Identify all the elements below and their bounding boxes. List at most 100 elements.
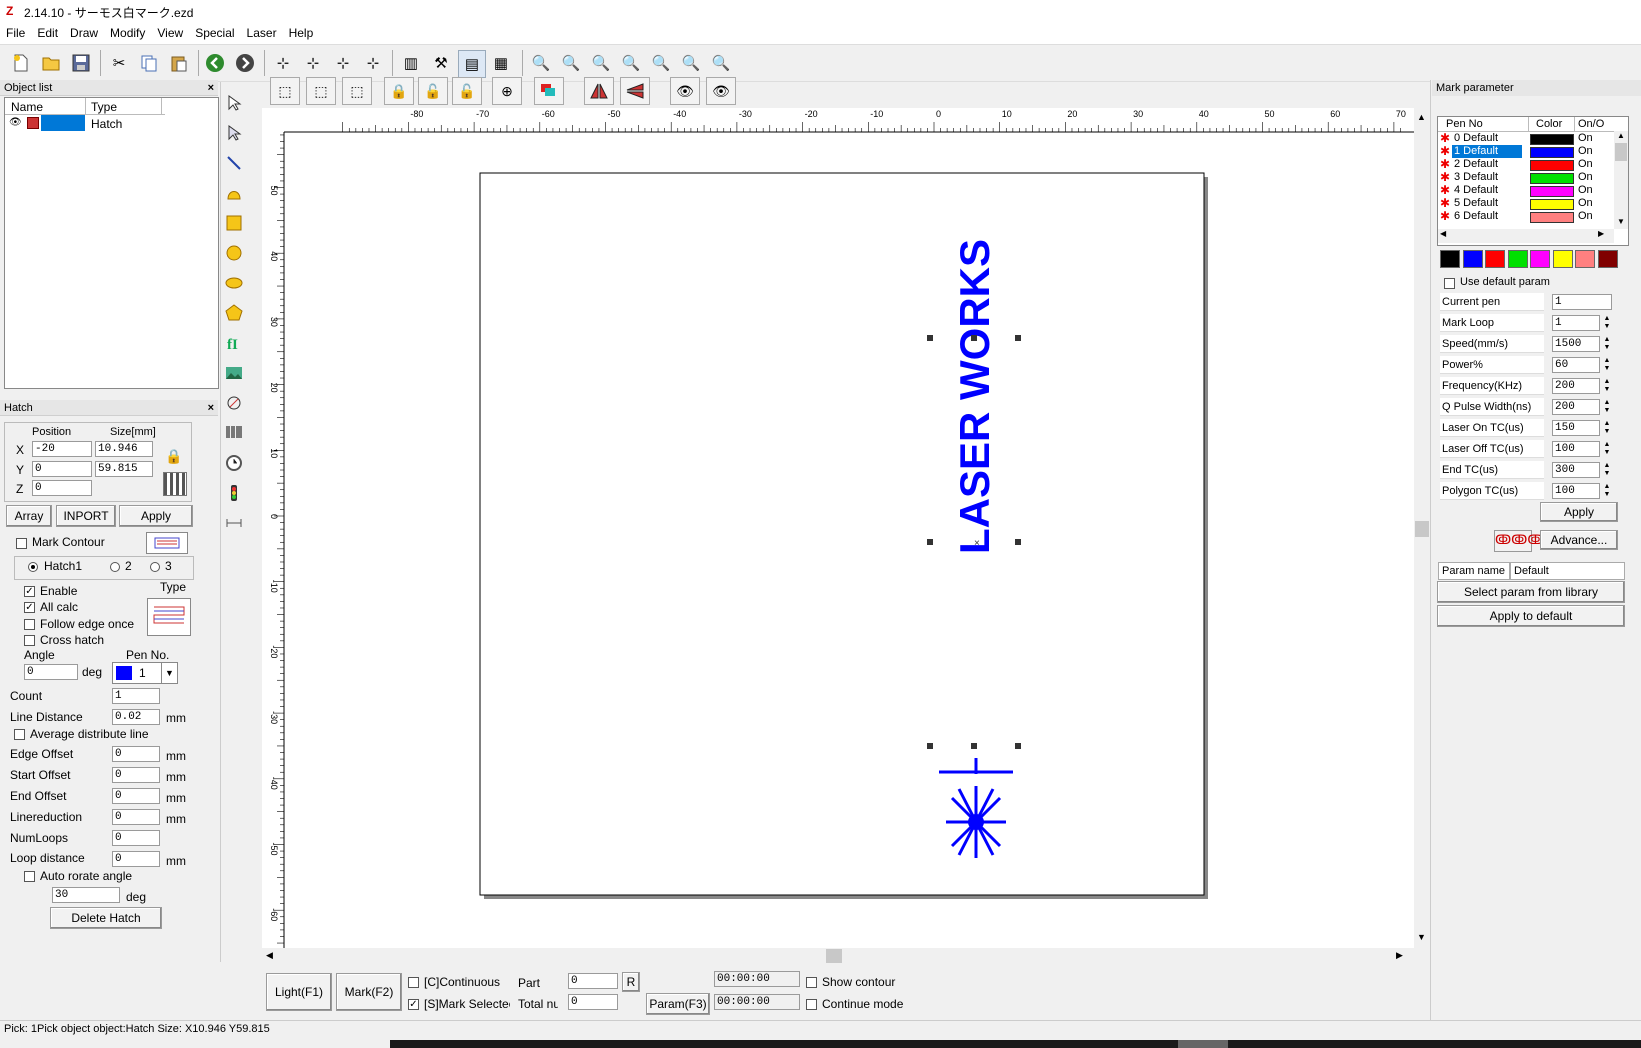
paste-icon[interactable]	[166, 50, 192, 76]
onoff-header[interactable]: On/O	[1578, 118, 1604, 130]
palette-swatch[interactable]	[1485, 250, 1505, 268]
palette-swatch[interactable]	[1530, 250, 1550, 268]
close-icon[interactable]: ×	[208, 400, 214, 416]
node-select-icon[interactable]: ⊹	[300, 50, 326, 76]
object-list-toggle-icon[interactable]: ▤	[458, 50, 486, 78]
laser-test-icon[interactable]: ↂↂↂ	[1494, 530, 1544, 552]
hatch3-radio[interactable]	[150, 562, 160, 572]
linereduction-field[interactable]: 0	[112, 809, 160, 825]
menu-special[interactable]: Special	[189, 24, 240, 40]
light-button[interactable]: Light(F1)	[266, 973, 332, 1011]
extend-axis-icon[interactable]	[223, 512, 245, 534]
line-distance-field[interactable]: 0.02	[112, 709, 160, 725]
mark-contour-icon[interactable]	[146, 532, 188, 554]
pen-row[interactable]: ✱ 2 Default On	[1432, 158, 1612, 171]
ungroup-icon[interactable]: ⬚	[342, 77, 372, 105]
curve-tool-icon[interactable]	[223, 182, 245, 204]
node-add-icon[interactable]: ⊹	[330, 50, 356, 76]
follow-edge-checkbox[interactable]	[24, 619, 35, 630]
barcode-tool-icon[interactable]	[223, 422, 245, 444]
spin-arrows-icon[interactable]: ▲ ▼	[1601, 378, 1613, 394]
param-field[interactable]: 300	[1552, 462, 1600, 478]
chevron-down-icon[interactable]: ▼	[161, 663, 177, 683]
close-icon[interactable]: ×	[208, 80, 214, 96]
spin-arrows-icon[interactable]: ▲ ▼	[1601, 441, 1613, 457]
list-item[interactable]: 👁 Hatch	[5, 115, 165, 131]
zoom-workspace-icon[interactable]: 🔍	[708, 50, 734, 76]
new-file-icon[interactable]	[8, 50, 34, 76]
spin-arrows-icon[interactable]: ▲ ▼	[1601, 483, 1613, 499]
text-tool-icon[interactable]: fI	[223, 332, 245, 354]
select-param-button[interactable]: Select param from library	[1437, 581, 1625, 603]
palette-swatch[interactable]	[1552, 250, 1573, 268]
select-arrow-icon[interactable]	[223, 92, 245, 114]
unlock-icon[interactable]: 🔓	[418, 77, 448, 105]
group-icon[interactable]: ⬚	[306, 77, 336, 105]
col-type-header[interactable]: Type	[91, 100, 117, 114]
io-signal-icon[interactable]	[223, 482, 245, 504]
auto-rotate-angle-field[interactable]: 30	[52, 887, 120, 903]
open-folder-icon[interactable]	[38, 50, 64, 76]
delete-hatch-button[interactable]: Delete Hatch	[50, 907, 162, 929]
palette-swatch[interactable]	[1597, 250, 1618, 268]
lock-icon[interactable]: 🔒	[163, 445, 185, 467]
scroll-thumb[interactable]	[1415, 521, 1429, 537]
total-field[interactable]: 0	[568, 994, 618, 1010]
object-name[interactable]	[41, 115, 85, 131]
x-position-field[interactable]: -20	[32, 441, 92, 457]
chevron-up-icon[interactable]: ▲	[1417, 112, 1426, 122]
chevron-down-icon[interactable]: ▼	[1417, 932, 1426, 942]
advance-button[interactable]: Advance...	[1540, 530, 1618, 550]
copy-icon[interactable]	[136, 50, 162, 76]
count-field[interactable]: 1	[112, 688, 160, 704]
hatch-type-icon[interactable]	[147, 598, 191, 636]
menu-file[interactable]: File	[0, 24, 31, 40]
menu-edit[interactable]: Edit	[31, 24, 64, 40]
cut-icon[interactable]: ✂	[106, 50, 132, 76]
chevron-left-icon[interactable]: ◀	[266, 950, 273, 961]
pen-no-select[interactable]: 1 ▼	[112, 662, 178, 684]
param-field[interactable]: 60	[1552, 357, 1600, 373]
rectangle-tool-icon[interactable]	[223, 212, 245, 234]
param-field[interactable]: 200	[1552, 399, 1600, 415]
color-header[interactable]: Color	[1536, 118, 1562, 130]
forward-icon[interactable]	[232, 50, 258, 76]
bitmap-tool-icon[interactable]	[223, 362, 245, 384]
mark-contour-checkbox[interactable]	[16, 538, 27, 549]
y-position-field[interactable]: 0	[32, 461, 92, 477]
grid-icon[interactable]: ▦	[488, 50, 514, 76]
array-button[interactable]: Array	[6, 505, 52, 527]
menu-draw[interactable]: Draw	[64, 24, 104, 40]
save-icon[interactable]	[68, 50, 94, 76]
pen-row[interactable]: ✱ 4 Default On	[1432, 184, 1612, 197]
param-field[interactable]: 150	[1552, 420, 1600, 436]
all-calc-checkbox[interactable]: ✓	[24, 602, 35, 613]
drawing-area[interactable]: -80 -70 -60 -50 -40 -30 -20 -10 0 10 20 30 40 50 60 70 …	[262, 108, 1414, 948]
hatch2-radio[interactable]	[110, 562, 120, 572]
numloops-field[interactable]: 0	[112, 830, 160, 846]
hatch1-radio[interactable]	[28, 562, 38, 572]
palette-swatch[interactable]	[1507, 250, 1528, 268]
zoom-all-icon[interactable]: 🔍	[648, 50, 674, 76]
chevron-right-icon[interactable]: ▶	[1396, 950, 1403, 961]
show-contour-checkbox[interactable]	[806, 977, 817, 988]
part-field[interactable]: 0	[568, 973, 618, 989]
spin-arrows-icon[interactable]: ▲ ▼	[1601, 420, 1613, 436]
eye-icon[interactable]: 👁	[9, 117, 22, 128]
edge-offset-field[interactable]: 0	[112, 746, 160, 762]
z-position-field[interactable]: 0	[32, 480, 92, 496]
loop-distance-field[interactable]: 0	[112, 851, 160, 867]
ellipse-tool-icon[interactable]	[223, 272, 245, 294]
grid-anchor-icon[interactable]	[163, 472, 187, 496]
mark-selected-checkbox[interactable]: ✓	[408, 999, 419, 1010]
hide-eye-icon[interactable]: 👁	[706, 77, 736, 105]
spin-arrows-icon[interactable]: ▲ ▼	[1601, 315, 1613, 331]
param-field[interactable]: 100	[1552, 441, 1600, 457]
mirror-vertical-icon[interactable]	[620, 77, 650, 105]
node-arrow-icon[interactable]	[223, 122, 245, 144]
pen-row[interactable]: ✱ 1 Default On	[1432, 145, 1612, 158]
angle-field[interactable]: 0	[24, 664, 78, 680]
y-size-field[interactable]: 59.815	[95, 461, 153, 477]
zoom-selected-icon[interactable]: 🔍	[678, 50, 704, 76]
param-field[interactable]: 1	[1552, 294, 1612, 310]
